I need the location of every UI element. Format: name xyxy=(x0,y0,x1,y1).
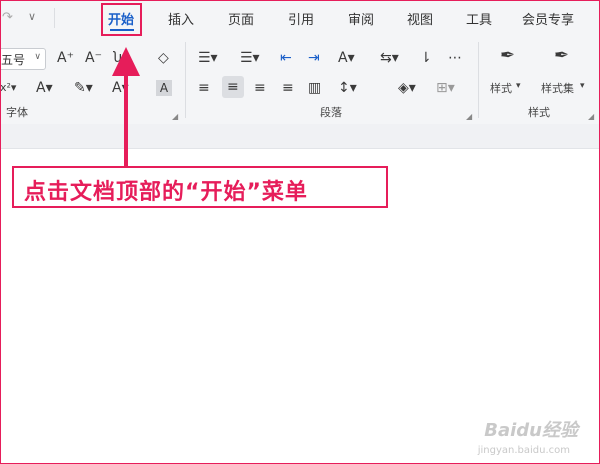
line-break-icon[interactable]: ⇂ xyxy=(420,50,432,66)
shrink-font-icon[interactable]: A⁻ xyxy=(85,50,102,66)
bullet-list-icon[interactable]: ☰▾ xyxy=(198,50,218,66)
redo-icon[interactable]: ↷ xyxy=(2,10,13,26)
style-dialog-launcher-icon[interactable]: ◢ xyxy=(588,112,594,121)
numbered-list-icon[interactable]: ☰▾ xyxy=(240,50,260,66)
justify-icon[interactable]: ≡ xyxy=(282,80,294,96)
grow-font-icon[interactable]: A⁺ xyxy=(57,50,74,66)
tab-member[interactable]: 会员专享 xyxy=(522,9,574,28)
font-dialog-launcher-icon[interactable]: ◢ xyxy=(172,112,178,121)
highlight-icon[interactable]: ✎▾ xyxy=(74,80,93,96)
chevron-down-icon: ∨ xyxy=(34,52,41,62)
align-center-button[interactable]: ≡ xyxy=(222,76,244,98)
font-group-label: 字体 xyxy=(6,106,28,119)
style-set-button-label[interactable]: 样式集 xyxy=(541,80,574,96)
tab-page[interactable]: 页面 xyxy=(228,9,254,28)
font-color-icon[interactable]: A▾ xyxy=(36,80,53,96)
tab-home[interactable]: 开始 xyxy=(108,9,134,28)
align-left-icon[interactable]: ≡ xyxy=(198,80,210,96)
style-group-label: 样式 xyxy=(528,106,550,119)
text-direction-icon[interactable]: A▾ xyxy=(338,50,355,66)
tab-view[interactable]: 视图 xyxy=(407,9,433,28)
divider xyxy=(185,42,186,118)
callout-box: 点击文档顶部的“开始”菜单 xyxy=(12,166,388,208)
tab-tools[interactable]: 工具 xyxy=(466,9,492,28)
font-size-select[interactable]: 五号 ∨ xyxy=(0,48,46,70)
shading-icon[interactable]: ◈▾ xyxy=(398,80,416,96)
phonetic-guide-icon[interactable]: ʮ xyxy=(113,50,122,66)
tab-insert[interactable]: 插入 xyxy=(168,9,194,28)
style-button-label[interactable]: 样式 xyxy=(490,80,512,96)
font-size-value: 五号 xyxy=(1,53,26,67)
style-set-icon: ✒ xyxy=(554,45,570,66)
increase-indent-icon[interactable]: ⇥ xyxy=(308,50,320,66)
divider xyxy=(478,42,479,118)
paragraph-group-label: 段落 xyxy=(320,106,342,119)
decrease-indent-icon[interactable]: ⇤ xyxy=(280,50,292,66)
ruler-area xyxy=(0,124,600,149)
divider xyxy=(54,8,55,28)
tab-home-underline xyxy=(110,29,134,31)
quick-access-dropdown-icon[interactable]: ∨ xyxy=(28,9,36,25)
borders-icon[interactable]: ⊞▾ xyxy=(436,80,455,96)
tab-references[interactable]: 引用 xyxy=(288,9,314,28)
clear-format-icon[interactable]: ◇ xyxy=(158,50,169,66)
line-spacing-icon[interactable]: ↕▾ xyxy=(338,80,357,96)
superscript-icon[interactable]: x²▾ xyxy=(0,80,16,96)
tab-review[interactable]: 审阅 xyxy=(348,9,374,28)
show-marks-icon[interactable]: ⋯ xyxy=(448,50,462,66)
paragraph-dialog-launcher-icon[interactable]: ◢ xyxy=(466,112,472,121)
align-right-icon[interactable]: ≡ xyxy=(254,80,266,96)
align-center-icon: ≡ xyxy=(227,79,239,95)
chevron-down-icon: ▾ xyxy=(516,81,521,91)
menu-tab-bar: ↷ ∨ 开始 插入 页面 引用 审阅 视图 工具 会员专享 xyxy=(0,0,600,36)
distributed-icon[interactable]: ▥ xyxy=(308,80,321,96)
sort-icon[interactable]: ⇆▾ xyxy=(380,50,399,66)
text-effect-icon[interactable]: A▾ xyxy=(112,80,129,96)
chevron-down-icon: ▾ xyxy=(580,81,585,91)
char-shading-icon[interactable]: A xyxy=(156,80,172,96)
ribbon: 五号 ∨ A⁺ A⁻ ʮ ◇ x²▾ A▾ ✎▾ A▾ A 字体 ◢ ☰▾ ☰▾… xyxy=(0,36,600,125)
watermark-logo: Baidu经验 xyxy=(484,420,578,441)
callout-text: 点击文档顶部的“开始”菜单 xyxy=(24,180,308,205)
watermark-url: jingyan.baidu.com xyxy=(477,445,570,456)
style-pen-icon: ✒ xyxy=(500,45,516,66)
